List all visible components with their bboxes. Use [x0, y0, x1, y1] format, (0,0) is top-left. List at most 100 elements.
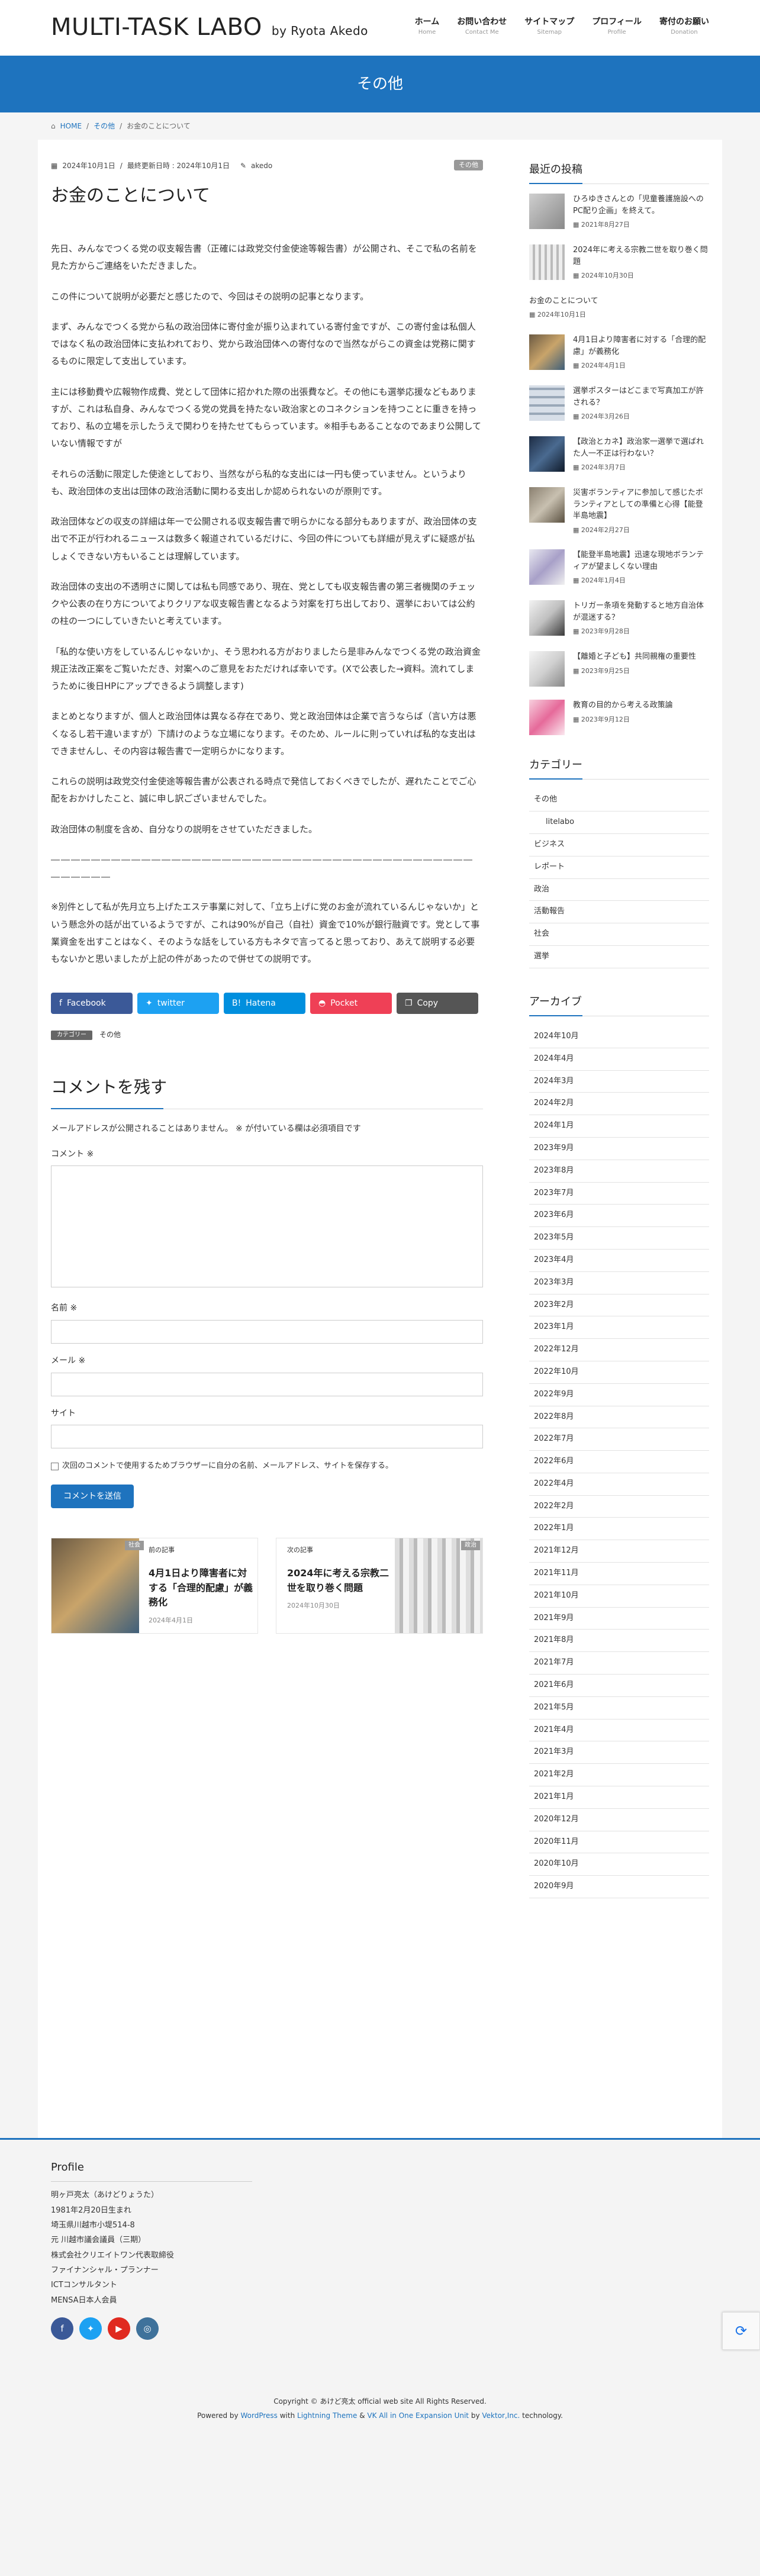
archive-item[interactable]: 2021年9月	[529, 1608, 709, 1630]
recent-post-item[interactable]: 選挙ポスターはどこまで写真加工が許される？ ▦ 2024年3月26日	[529, 385, 709, 423]
instagram-icon[interactable]: ◎	[136, 2317, 159, 2340]
category-item[interactable]: 政治	[529, 879, 709, 901]
recent-post-item[interactable]: お金のことについて ▦ 2024年10月1日	[529, 295, 709, 321]
recent-post-item[interactable]: 【能登半島地震】迅速な現地ボランティアが望ましくない理由 ▦ 2024年1月4日	[529, 549, 709, 587]
archive-item[interactable]: 2022年9月	[529, 1384, 709, 1406]
archive-item[interactable]: 2020年12月	[529, 1809, 709, 1831]
archive-item[interactable]: 2022年8月	[529, 1406, 709, 1429]
archive-item[interactable]: 2022年7月	[529, 1428, 709, 1451]
archive-item[interactable]: 2020年11月	[529, 1831, 709, 1854]
archive-item[interactable]: 2023年9月	[529, 1138, 709, 1160]
category-item[interactable]: litelabo	[529, 812, 709, 834]
powered-by-word: by	[471, 2411, 480, 2420]
archive-item[interactable]: 2021年1月	[529, 1786, 709, 1809]
site-input[interactable]	[51, 1425, 483, 1449]
author-name[interactable]: akedo	[251, 159, 272, 173]
recent-post-item[interactable]: 2024年に考える宗教二世を取り巻く問題 ▦ 2024年10月30日	[529, 244, 709, 282]
cookie-checkbox[interactable]	[51, 1463, 59, 1471]
taxonomy-link[interactable]: その他	[99, 1028, 121, 1042]
archive-item[interactable]: 2022年4月	[529, 1473, 709, 1496]
recent-post-item[interactable]: 教育の目的から考える政策論 ▦ 2023年9月12日	[529, 700, 709, 736]
archive-item[interactable]: 2024年10月	[529, 1026, 709, 1048]
nav-home[interactable]: ホーム Home	[415, 17, 440, 36]
archive-item[interactable]: 2023年2月	[529, 1295, 709, 1317]
powered-with: with	[279, 2411, 295, 2420]
recent-post-item[interactable]: 4月1日より障害者に対する「合理的配慮」が義務化 ▦ 2024年4月1日	[529, 334, 709, 372]
archive-item[interactable]: 2020年9月	[529, 1876, 709, 1899]
category-badge[interactable]: その他	[454, 160, 483, 170]
vk-expansion-link[interactable]: VK All in One Expansion Unit	[367, 2411, 469, 2420]
breadcrumb-category[interactable]: その他	[94, 112, 115, 140]
archive-item[interactable]: 2024年2月	[529, 1093, 709, 1116]
share-copy-button[interactable]: ❐ Copy	[397, 993, 478, 1015]
profile-line: 元 川越市議会議員（三期）	[51, 2236, 146, 2245]
archive-item[interactable]: 2022年12月	[529, 1339, 709, 1361]
submit-comment-button[interactable]: コメントを送信	[51, 1484, 134, 1508]
archive-item[interactable]: 2023年7月	[529, 1183, 709, 1205]
wordpress-link[interactable]: WordPress	[240, 2411, 277, 2420]
recent-post-item[interactable]: トリガー条項を発動すると地方自治体が混迷する？ ▦ 2023年9月28日	[529, 600, 709, 638]
archive-item[interactable]: 2021年11月	[529, 1563, 709, 1585]
email-input[interactable]	[51, 1372, 483, 1396]
archive-item[interactable]: 2023年1月	[529, 1316, 709, 1339]
breadcrumb-home[interactable]: HOME	[60, 112, 82, 140]
archive-item[interactable]: 2023年5月	[529, 1227, 709, 1250]
share-twitter-button[interactable]: ✦ twitter	[137, 993, 219, 1015]
comment-textarea[interactable]	[51, 1165, 483, 1288]
recent-post-item[interactable]: 【政治とカネ】政治家一選挙で選ばれた人一不正は行わない？ ▦ 2024年3月7日	[529, 436, 709, 474]
category-item[interactable]: 社会	[529, 923, 709, 946]
nav-sitemap[interactable]: サイトマップ Sitemap	[524, 17, 574, 36]
twitter-icon[interactable]: ✦	[79, 2317, 102, 2340]
nav-sublabel: Home	[418, 29, 436, 36]
recent-post-item[interactable]: 【離婚と子ども】共同親権の重要性 ▦ 2023年9月25日	[529, 651, 709, 687]
archive-item[interactable]: 2021年3月	[529, 1741, 709, 1764]
category-item[interactable]: ビジネス	[529, 834, 709, 856]
archive-item[interactable]: 2020年10月	[529, 1853, 709, 1876]
nav-donation[interactable]: 寄付のお願い Donation	[659, 17, 709, 36]
recent-post-date-text: 2023年9月25日	[581, 666, 630, 675]
share-hatena-button[interactable]: B! Hatena	[224, 993, 305, 1015]
archive-item[interactable]: 2024年3月	[529, 1071, 709, 1093]
vektor-link[interactable]: Vektor,Inc.	[482, 2411, 520, 2420]
taxonomy-label: カテゴリー	[51, 1030, 92, 1040]
archive-item[interactable]: 2021年5月	[529, 1697, 709, 1720]
archive-item[interactable]: 2021年10月	[529, 1585, 709, 1608]
archive-item[interactable]: 2024年1月	[529, 1115, 709, 1138]
comment-label: コメント ※	[51, 1149, 94, 1159]
share-facebook-button[interactable]: f Facebook	[51, 993, 133, 1015]
archive-item[interactable]: 2022年2月	[529, 1496, 709, 1518]
archive-item[interactable]: 2021年2月	[529, 1764, 709, 1787]
archive-item[interactable]: 2021年4月	[529, 1720, 709, 1742]
archive-item[interactable]: 2021年12月	[529, 1540, 709, 1563]
recaptcha-badge[interactable]: ⟳	[722, 2312, 760, 2350]
archive-item[interactable]: 2021年7月	[529, 1652, 709, 1675]
site-logo[interactable]: MULTI-TASK LABO by Ryota Akedo	[51, 9, 368, 49]
share-pocket-button[interactable]: ◓ Pocket	[310, 993, 392, 1015]
archive-item[interactable]: 2022年10月	[529, 1361, 709, 1384]
category-item[interactable]: その他	[529, 789, 709, 812]
archive-item[interactable]: 2022年1月	[529, 1518, 709, 1541]
facebook-icon[interactable]: f	[51, 2317, 73, 2340]
archive-item[interactable]: 2023年8月	[529, 1160, 709, 1183]
category-item[interactable]: 活動報告	[529, 901, 709, 924]
archive-item[interactable]: 2021年6月	[529, 1675, 709, 1697]
prev-post-card[interactable]: 社会 前の記事 4月1日より障害者に対する「合理的配慮」が義務化 2024年4月…	[51, 1537, 258, 1634]
recent-post-item[interactable]: 災害ボランティアに参加して感じたボランティアとしての準備と心得【能登半島地震】 ▦…	[529, 487, 709, 536]
archive-item[interactable]: 2024年4月	[529, 1048, 709, 1071]
archive-item[interactable]: 2023年6月	[529, 1205, 709, 1228]
recent-post-item[interactable]: ひろゆきさんとの「児童養護施設へのPC配り企画」を終えて。 ▦ 2021年8月27…	[529, 194, 709, 231]
recent-post-title: 【政治とカネ】政治家一選挙で選ばれた人一不正は行わない？	[573, 437, 704, 458]
archive-item[interactable]: 2023年3月	[529, 1272, 709, 1295]
archive-item[interactable]: 2023年4月	[529, 1250, 709, 1272]
category-item[interactable]: 選挙	[529, 946, 709, 968]
youtube-icon[interactable]: ▶	[108, 2317, 130, 2340]
category-item[interactable]: レポート	[529, 856, 709, 879]
recent-post-date-text: 2024年3月26日	[581, 413, 630, 421]
lightning-theme-link[interactable]: Lightning Theme	[297, 2411, 357, 2420]
next-post-card[interactable]: 政治 次の記事 2024年に考える宗教二世を取り巻く問題 2024年10月30日	[276, 1537, 483, 1634]
archive-item[interactable]: 2021年8月	[529, 1630, 709, 1653]
archive-item[interactable]: 2022年6月	[529, 1451, 709, 1473]
name-input[interactable]	[51, 1320, 483, 1344]
nav-contact[interactable]: お問い合わせ Contact Me	[457, 17, 507, 36]
nav-profile[interactable]: プロフィール Profile	[592, 17, 642, 36]
